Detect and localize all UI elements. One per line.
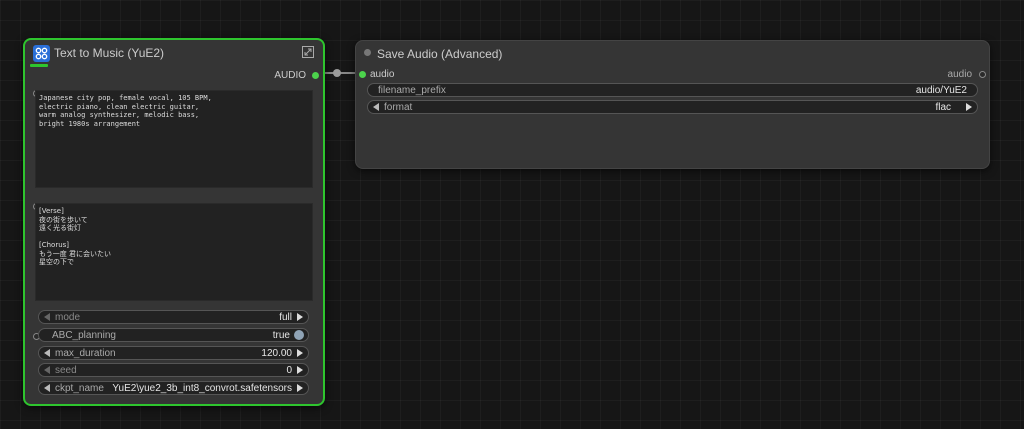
arrow-left-icon[interactable] [44,366,50,374]
abc-planning-toggle[interactable]: ABC_planning true [38,328,309,342]
arrow-left-icon[interactable] [44,349,50,357]
mode-label: mode [55,312,81,323]
format-label: format [384,102,413,113]
ckpt-name-widget[interactable]: ckpt_name YuE2\yue2_3b_int8_convrot.safe… [38,381,309,395]
audio-input-slot[interactable] [359,71,366,78]
toggle-knob-icon[interactable] [294,330,304,340]
mode-widget[interactable]: mode full [38,310,309,324]
seed-widget[interactable]: seed 0 [38,363,309,377]
seed-label: seed [55,365,77,376]
audio-output-label: audio [947,69,972,80]
format-value: flac [935,102,951,113]
node-title: Save Audio (Advanced) [377,47,503,61]
lyrics-textarea[interactable]: [Verse] 夜の街を歩いて 遠く光る街灯 [Chorus] もう一度 君に会… [35,203,313,301]
arrow-left-icon[interactable] [44,313,50,321]
audio-input-label: audio [370,69,395,80]
audio-output-slot[interactable] [979,71,986,78]
audio-output-slot[interactable] [312,72,319,79]
format-widget[interactable]: format flac [367,100,978,114]
node-progress-bar [30,64,48,67]
arrow-right-icon[interactable] [297,313,303,321]
collapse-dot-icon[interactable] [364,49,371,56]
ckpt-name-value: YuE2\yue2_3b_int8_convrot.safetensors [112,383,292,394]
text-to-music-node[interactable]: Text to Music (YuE2) AUDIO Japanese city… [23,38,325,406]
abc-planning-value: true [272,330,290,341]
arrow-right-icon[interactable] [297,384,303,392]
genre-prompt-textarea[interactable]: Japanese city pop, female vocal, 105 BPM… [35,90,313,188]
node-logo-icon [33,45,50,62]
abc-planning-label: ABC_planning [52,330,116,341]
node-title: Text to Music (YuE2) [54,46,165,60]
filename-prefix-value: audio/YuE2 [915,85,967,96]
audio-output-label: AUDIO [274,70,306,81]
arrow-right-icon[interactable] [297,366,303,374]
expand-icon[interactable] [302,46,314,58]
filename-prefix-label: filename_prefix [378,85,446,96]
node-header[interactable]: Save Audio (Advanced) [356,41,989,67]
seed-value: 0 [286,365,292,376]
arrow-right-icon[interactable] [297,349,303,357]
max-duration-value: 120.00 [261,348,292,359]
filename-prefix-widget[interactable]: filename_prefix audio/YuE2 [367,83,978,97]
max-duration-widget[interactable]: max_duration 120.00 [38,346,309,360]
node-header[interactable]: Text to Music (YuE2) [25,40,323,67]
ckpt-name-label: ckpt_name [55,383,104,394]
max-duration-label: max_duration [55,348,116,359]
mode-value: full [279,312,292,323]
arrow-left-icon[interactable] [373,103,379,111]
save-audio-node[interactable]: Save Audio (Advanced) audio audio filena… [355,40,990,169]
arrow-right-icon[interactable] [966,103,972,111]
wire-midpoint-handle[interactable] [333,69,341,77]
arrow-left-icon[interactable] [44,384,50,392]
